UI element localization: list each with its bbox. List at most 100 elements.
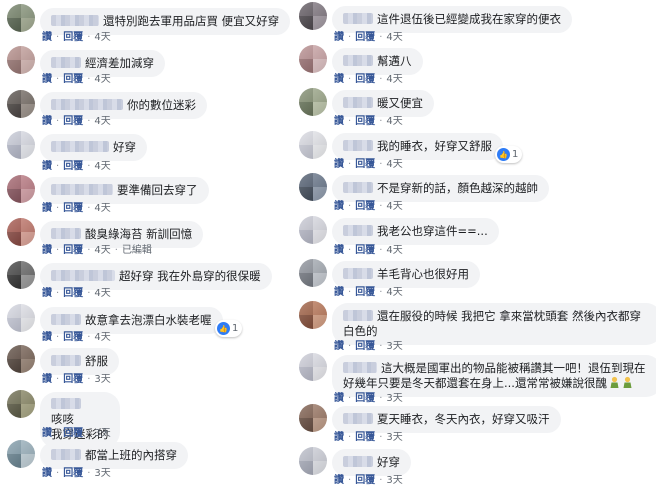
like-link[interactable]: 讚 <box>334 245 344 256</box>
timestamp[interactable]: 4天 <box>386 201 402 212</box>
like-link[interactable]: 讚 <box>42 203 52 214</box>
avatar[interactable] <box>7 46 35 74</box>
commenter-name-blurred[interactable] <box>343 456 373 467</box>
commenter-name-blurred[interactable] <box>51 314 81 325</box>
commenter-name-blurred[interactable] <box>343 55 373 66</box>
reply-link[interactable]: 回覆 <box>63 332 83 343</box>
timestamp[interactable]: 3天 <box>386 393 402 404</box>
like-link[interactable]: 讚 <box>42 374 52 385</box>
reply-link[interactable]: 回覆 <box>63 288 83 299</box>
like-link[interactable]: 讚 <box>334 287 344 298</box>
like-link[interactable]: 讚 <box>42 332 52 343</box>
commenter-name-blurred[interactable] <box>343 13 373 24</box>
timestamp[interactable]: 3天 <box>94 374 110 385</box>
avatar[interactable] <box>299 2 327 30</box>
commenter-name-blurred[interactable] <box>51 15 99 26</box>
avatar[interactable] <box>299 447 327 475</box>
timestamp[interactable]: 4天 <box>94 288 110 299</box>
reply-link[interactable]: 回覆 <box>63 245 83 256</box>
commenter-name-blurred[interactable] <box>343 362 377 373</box>
commenter-name-blurred[interactable] <box>51 57 81 68</box>
timestamp[interactable]: 4天 <box>386 116 402 127</box>
reply-link[interactable]: 回覆 <box>355 201 375 212</box>
commenter-name-blurred[interactable] <box>51 355 81 366</box>
like-link[interactable]: 讚 <box>42 74 52 85</box>
avatar[interactable] <box>7 390 35 418</box>
like-link[interactable]: 讚 <box>42 245 52 256</box>
like-link[interactable]: 讚 <box>334 341 344 352</box>
timestamp[interactable]: 4天 <box>94 161 110 172</box>
avatar[interactable] <box>7 4 35 32</box>
timestamp[interactable]: 4天 <box>386 32 402 43</box>
like-link[interactable]: 讚 <box>42 288 52 299</box>
timestamp[interactable]: 4天 <box>386 287 402 298</box>
timestamp[interactable]: 3天 <box>94 468 110 479</box>
timestamp[interactable]: 3天 <box>386 432 402 443</box>
commenter-name-blurred[interactable] <box>343 413 373 424</box>
commenter-name-blurred[interactable] <box>343 225 373 236</box>
timestamp[interactable]: 4天 <box>94 116 110 127</box>
avatar[interactable] <box>299 216 327 244</box>
like-link[interactable]: 讚 <box>42 428 52 439</box>
commenter-name-blurred[interactable] <box>343 140 373 151</box>
commenter-name-blurred[interactable] <box>343 182 373 193</box>
reply-link[interactable]: 回覆 <box>355 393 375 404</box>
reply-link[interactable]: 回覆 <box>63 116 83 127</box>
avatar[interactable] <box>299 353 327 381</box>
timestamp[interactable]: 4天 <box>94 203 110 214</box>
reply-link[interactable]: 回覆 <box>355 341 375 352</box>
reply-link[interactable]: 回覆 <box>355 159 375 170</box>
avatar[interactable] <box>299 131 327 159</box>
like-link[interactable]: 讚 <box>334 475 344 486</box>
timestamp[interactable]: 3天 <box>386 341 402 352</box>
reply-link[interactable]: 回覆 <box>63 374 83 385</box>
reply-link[interactable]: 回覆 <box>63 203 83 214</box>
like-link[interactable]: 讚 <box>334 116 344 127</box>
timestamp[interactable]: 4天 <box>386 245 402 256</box>
avatar[interactable] <box>7 218 35 246</box>
commenter-name-blurred[interactable] <box>51 99 123 110</box>
timestamp[interactable]: 4天 <box>386 159 402 170</box>
reply-link[interactable]: 回覆 <box>63 468 83 479</box>
avatar[interactable] <box>299 173 327 201</box>
commenter-name-blurred[interactable] <box>343 310 373 321</box>
avatar[interactable] <box>7 90 35 118</box>
like-link[interactable]: 讚 <box>334 432 344 443</box>
timestamp[interactable]: 3天 <box>386 475 402 486</box>
reply-link[interactable]: 回覆 <box>355 475 375 486</box>
avatar[interactable] <box>299 45 327 73</box>
timestamp[interactable]: 4天 <box>94 332 110 343</box>
avatar[interactable] <box>7 440 35 468</box>
commenter-name-blurred[interactable] <box>51 270 115 281</box>
reply-link[interactable]: 回覆 <box>63 428 83 439</box>
timestamp[interactable]: 3天 <box>94 428 110 439</box>
like-link[interactable]: 讚 <box>42 161 52 172</box>
like-link[interactable]: 讚 <box>42 468 52 479</box>
avatar[interactable] <box>299 301 327 329</box>
reply-link[interactable]: 回覆 <box>63 32 83 43</box>
avatar[interactable] <box>299 404 327 432</box>
like-link[interactable]: 讚 <box>334 74 344 85</box>
like-link[interactable]: 讚 <box>334 32 344 43</box>
commenter-name-blurred[interactable] <box>51 398 81 409</box>
avatar[interactable] <box>7 261 35 289</box>
reply-link[interactable]: 回覆 <box>355 432 375 443</box>
avatar[interactable] <box>299 88 327 116</box>
reply-link[interactable]: 回覆 <box>63 161 83 172</box>
like-link[interactable]: 讚 <box>334 393 344 404</box>
commenter-name-blurred[interactable] <box>51 141 109 152</box>
reply-link[interactable]: 回覆 <box>355 116 375 127</box>
avatar[interactable] <box>299 259 327 287</box>
timestamp[interactable]: 4天 <box>386 74 402 85</box>
commenter-name-blurred[interactable] <box>51 449 81 460</box>
timestamp[interactable]: 4天 <box>94 245 110 256</box>
avatar[interactable] <box>7 345 35 373</box>
like-link[interactable]: 讚 <box>42 32 52 43</box>
avatar[interactable] <box>7 304 35 332</box>
avatar[interactable] <box>7 131 35 159</box>
like-link[interactable]: 讚 <box>334 159 344 170</box>
like-link[interactable]: 讚 <box>334 201 344 212</box>
commenter-name-blurred[interactable] <box>343 268 373 279</box>
reply-link[interactable]: 回覆 <box>355 245 375 256</box>
reply-link[interactable]: 回覆 <box>63 74 83 85</box>
